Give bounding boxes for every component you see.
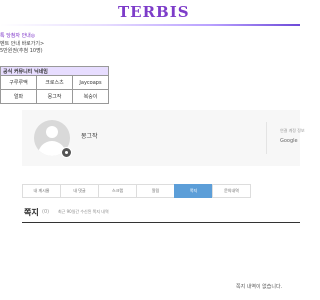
table-cell: 얼파 (0, 89, 37, 104)
tab-my-comments[interactable]: 내 댓글 (60, 184, 99, 198)
table-cell: 구루루맥 (0, 75, 37, 90)
mypage-tabs: 내 게시물 내 댓글 스크랩 알림 쪽지 문의내역 (22, 184, 251, 198)
camera-icon[interactable] (61, 147, 72, 158)
tab-messages[interactable]: 쪽지 (174, 184, 213, 198)
profile-card: 몽그작 연결 계정 정보 Google (22, 110, 305, 166)
login-method-label: 연결 계정 정보 (280, 128, 305, 133)
community-nickname-table: 공식 커뮤니티 닉네임 구루루맥 크로스츠 Jaycoaps 얼파 몽그작 복숭… (0, 66, 109, 104)
table-header: 공식 커뮤니티 닉네임 (0, 66, 109, 76)
section-divider (22, 222, 300, 223)
notice-line-winners[interactable]: 톡 당첨자 안내◎ (0, 33, 44, 41)
tab-notifications[interactable]: 알림 (136, 184, 175, 198)
profile-divider (266, 122, 267, 154)
table-row: 얼파 몽그작 복숭이 (0, 89, 109, 104)
message-description: 최근 90일간 수신된 쪽지 내역 (58, 209, 109, 214)
table-row: 구루루맥 크로스츠 Jaycoaps (0, 75, 109, 90)
table-cell: Jaycoaps (72, 75, 109, 90)
header-gradient-line (0, 24, 300, 26)
tab-scrap[interactable]: 스크랩 (98, 184, 137, 198)
table-cell: 몽그작 (36, 89, 73, 104)
login-method-value: Google (280, 138, 298, 144)
message-count: (0) (42, 209, 50, 215)
top-header: TERBIS (0, 0, 300, 26)
table-cell: 복숭이 (72, 89, 109, 104)
avatar-head-shape (46, 126, 58, 138)
site-logo[interactable]: TERBIS (118, 3, 189, 21)
tab-my-posts[interactable]: 내 게시물 (22, 184, 61, 198)
notice-line-prize: 5만원권(추첨 10명) (0, 48, 43, 54)
table-cell: 크로스츠 (36, 75, 73, 90)
tab-inquiries[interactable]: 문의내역 (212, 184, 251, 198)
empty-state-text: 쪽지 내역이 없습니다. (236, 284, 283, 290)
profile-nickname: 몽그작 (81, 133, 98, 140)
notice-banner: 톡 당첨자 안내◎ 벤트 안내 바로가기> 5만원권(추첨 10명) (0, 33, 44, 56)
notice-line-event-link[interactable]: 벤트 안내 바로가기> (0, 41, 44, 49)
page-title: 쪽지 (24, 208, 39, 217)
